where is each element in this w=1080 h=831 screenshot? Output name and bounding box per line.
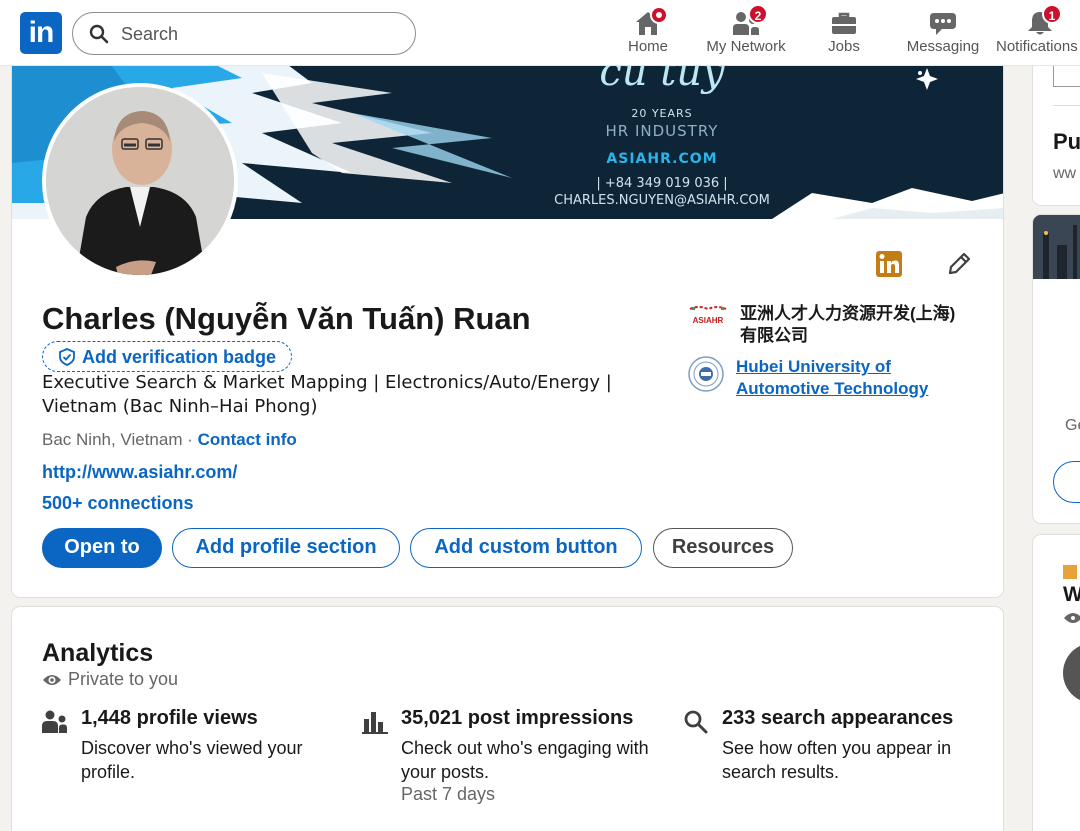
analytics-title: Analytics	[42, 639, 154, 667]
nav-notifications[interactable]: 1 Notifications	[996, 4, 1080, 60]
search-icon	[89, 24, 109, 44]
banner-site: ASIAHR.COM	[606, 151, 718, 167]
company-logo: ASIAHR	[688, 303, 728, 333]
right-rail-ad-text: Ge	[1065, 417, 1080, 434]
add-custom-button[interactable]: Add custom button	[410, 528, 642, 568]
nav-notifications-label: Notifications	[996, 38, 1078, 55]
nav-my-network-label: My Network	[706, 38, 786, 55]
search-icon	[684, 710, 708, 734]
edit-pencil-icon[interactable]	[946, 251, 972, 282]
connections-link[interactable]: 500+ connections	[42, 493, 194, 513]
bar-chart-icon	[362, 712, 388, 734]
banner-email: CHARLES.NGUYEN@ASIAHR.COM	[554, 193, 770, 208]
right-rail-divider	[1053, 105, 1080, 106]
analytics-card: Analytics Private to you 1,448 profile v…	[11, 606, 1004, 831]
eye-icon	[43, 674, 61, 685]
stat-description: Discover who's viewed your profile.	[81, 738, 303, 782]
stat-title[interactable]: 1,448 profile views	[81, 707, 258, 730]
right-rail-title: Pu	[1053, 129, 1080, 154]
stat-description: Check out who's engaging with your posts…	[401, 738, 649, 782]
banner-years: 20 YEARS	[631, 107, 693, 120]
home-notification-dot	[650, 6, 668, 24]
analytics-subtitle: Private to you	[42, 669, 178, 690]
profile-headline: Executive Search & Market Mapping | Elec…	[42, 372, 612, 417]
briefcase-icon	[832, 12, 856, 34]
network-badge: 2	[748, 4, 768, 24]
right-rail-news-avatar[interactable]	[1063, 643, 1080, 703]
right-rail-news-card: W	[1032, 534, 1080, 831]
analytics-private-label: Private to you	[68, 669, 179, 689]
nav-messaging-label: Messaging	[906, 38, 980, 55]
people-icon	[42, 710, 67, 733]
nav-jobs-label: Jobs	[828, 38, 860, 55]
stat-period-note: Past 7 days	[401, 784, 496, 804]
profile-name: Charles (Nguyễn Văn Tuấn) Ruan	[42, 301, 531, 336]
nav-messaging[interactable]: Messaging	[900, 6, 986, 60]
resources-button[interactable]: Resources	[653, 528, 793, 568]
linkedin-logo-icon[interactable]: in	[20, 12, 62, 54]
linkedin-badge-icon[interactable]	[876, 251, 902, 282]
right-rail-subtitle: ww	[1053, 165, 1077, 182]
notifications-badge: 1	[1042, 4, 1062, 24]
company-logo-text: ASIAHR	[692, 316, 724, 325]
right-rail-news-title: W	[1063, 583, 1080, 607]
banner-phone: | +84 349 019 036 |	[596, 176, 728, 191]
profile-avatar[interactable]	[42, 83, 238, 279]
search-bar[interactable]	[72, 12, 416, 55]
nav-home[interactable]: Home	[620, 6, 676, 60]
verify-label: Add verification badge	[82, 346, 277, 367]
right-rail-news-icon	[1063, 565, 1077, 579]
add-verification-badge-button[interactable]: Add verification badge	[42, 341, 293, 372]
website-link[interactable]: http://www.asiahr.com/	[42, 462, 237, 482]
university-name: Hubei University of Automotive Technolog…	[736, 357, 929, 398]
add-profile-section-button[interactable]: Add profile section	[172, 528, 400, 568]
education[interactable]: Hubei University of Automotive Technolog…	[688, 356, 966, 400]
shield-check-icon	[59, 347, 75, 366]
top-nav: in Home 2 My Network	[0, 0, 1080, 66]
banner-industry: HR INDUSTRY	[605, 122, 719, 140]
stat-title[interactable]: 233 search appearances	[722, 707, 953, 730]
stat-title[interactable]: 35,021 post impressions	[401, 707, 633, 730]
location-text: Bac Ninh, Vietnam	[42, 430, 183, 449]
open-to-button[interactable]: Open to	[42, 528, 162, 568]
current-company[interactable]: ASIAHR 亚洲人才人力资源开发(上海)有限公司	[688, 303, 970, 347]
right-rail-ad-card: Ge	[1032, 214, 1080, 524]
stat-description: See how often you appear in search resul…	[722, 738, 952, 782]
location-separator: ·	[182, 430, 198, 449]
nav-my-network[interactable]: 2 My Network	[700, 4, 792, 60]
company-name: 亚洲人才人力资源开发(上海)有限公司	[740, 304, 956, 345]
profile-location-row: Bac Ninh, Vietnam · Contact info	[42, 430, 297, 450]
university-logo	[688, 356, 724, 392]
right-rail-ad-button[interactable]	[1053, 461, 1080, 503]
avatar-photo	[46, 87, 234, 275]
contact-info-link[interactable]: Contact info	[198, 430, 297, 449]
right-rail-ad-image	[1033, 215, 1080, 279]
messaging-icon	[930, 13, 956, 35]
nav-home-label: Home	[627, 38, 668, 55]
nav-jobs[interactable]: Jobs	[818, 6, 870, 60]
eye-icon	[1064, 613, 1080, 623]
search-input[interactable]	[121, 21, 401, 47]
profile-card: cu tuy 20 YEARS HR INDUSTRY ASIAHR.COM |…	[11, 52, 1004, 598]
